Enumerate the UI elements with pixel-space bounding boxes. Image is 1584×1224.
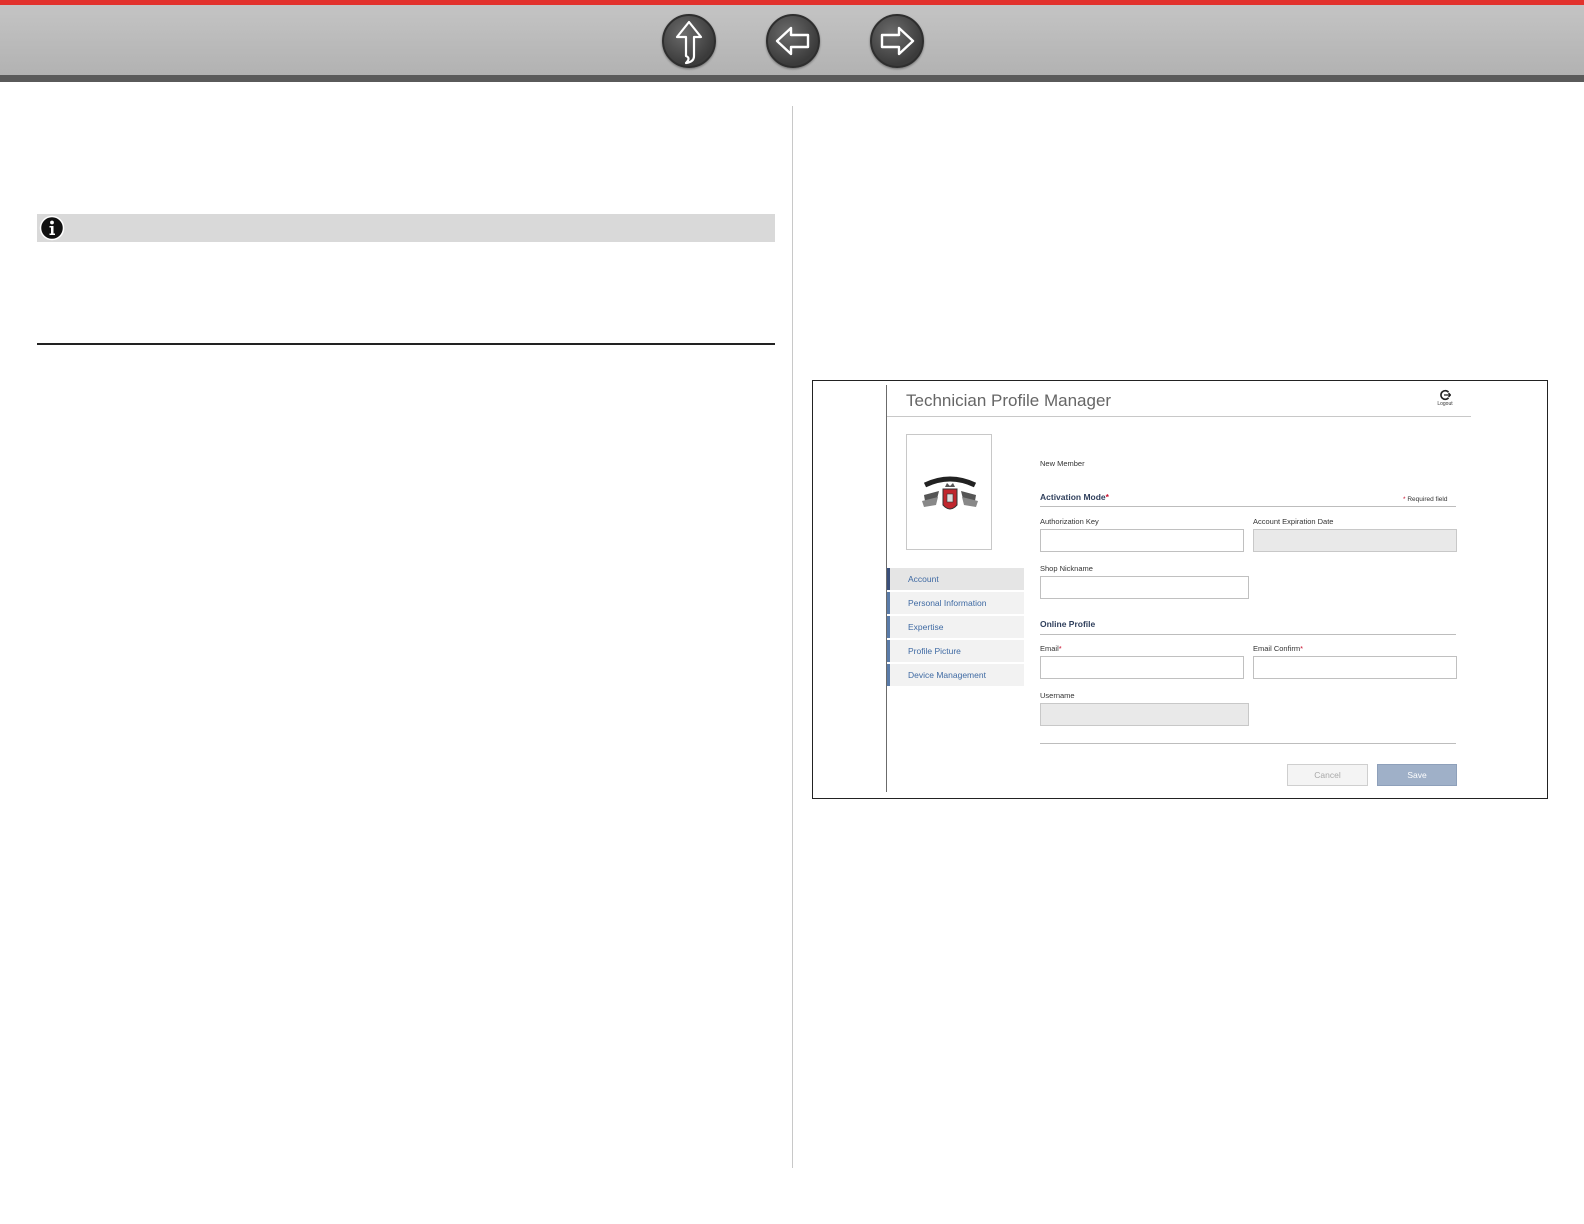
right-arrow-icon	[880, 26, 915, 56]
forward-button[interactable]	[870, 14, 924, 68]
activation-section-rule	[1040, 506, 1456, 507]
form-footer-rule	[1040, 743, 1456, 744]
back-button[interactable]	[766, 14, 820, 68]
shop-nickname-label: Shop Nickname	[1040, 564, 1093, 573]
left-arrow-icon	[775, 26, 810, 56]
activation-mode-label: Activation Mode	[1040, 492, 1106, 502]
email-confirm-label: Email Confirm*	[1253, 644, 1303, 653]
app-title: Technician Profile Manager	[906, 391, 1112, 410]
account-expiration-date-input	[1253, 529, 1457, 552]
online-section-rule	[1040, 634, 1456, 635]
title-divider	[887, 416, 1471, 417]
required-star: *	[1300, 644, 1304, 653]
member-status: New Member	[1040, 459, 1085, 468]
email-input[interactable]	[1040, 656, 1244, 679]
sidebar-item-profile-picture[interactable]: Profile Picture	[887, 640, 1024, 662]
logout-label: Logout	[1437, 401, 1453, 407]
toolbar-bottom-edge	[0, 75, 1584, 82]
shop-nickname-input[interactable]	[1040, 576, 1249, 599]
save-button[interactable]: Save	[1377, 764, 1457, 786]
up-arrow-icon	[675, 20, 703, 65]
sidebar-item-account[interactable]: Account	[887, 568, 1024, 590]
email-confirm-input[interactable]	[1253, 656, 1457, 679]
page: Technician Profile Manager Logout Accoun…	[0, 0, 1584, 1224]
info-icon	[39, 215, 65, 241]
logout-icon	[1440, 389, 1451, 401]
cancel-button[interactable]: Cancel	[1287, 764, 1368, 786]
required-note-text: Required field	[1407, 496, 1448, 503]
email-label-text: Email	[1040, 644, 1059, 653]
required-star: *	[1058, 644, 1062, 653]
email-confirm-label-text: Email Confirm	[1253, 644, 1301, 653]
required-field-note: * Required field	[1403, 496, 1447, 503]
section-rule	[37, 343, 775, 345]
account-expiration-date-label: Account Expiration Date	[1253, 517, 1334, 526]
performance-is-king-logo	[922, 476, 978, 510]
up-button[interactable]	[662, 14, 716, 68]
required-star: *	[1403, 496, 1406, 503]
sidebar-item-device-management[interactable]: Device Management	[887, 664, 1024, 686]
sidebar-item-expertise[interactable]: Expertise	[887, 616, 1024, 638]
activation-mode-heading: Activation Mode*	[1040, 492, 1109, 502]
profile-manager-figure: Technician Profile Manager Logout Accoun…	[812, 380, 1548, 799]
top-navigation-bar	[0, 0, 1584, 82]
logout-button[interactable]: Logout	[1434, 389, 1456, 407]
email-label: Email*	[1040, 644, 1062, 653]
username-label: Username	[1040, 691, 1075, 700]
profile-sidebar: Account Personal Information Expertise P…	[887, 568, 1024, 688]
authorization-key-label: Authorization Key	[1040, 517, 1099, 526]
username-input	[1040, 703, 1249, 726]
sidebar-item-personal-information[interactable]: Personal Information	[887, 592, 1024, 614]
online-profile-heading: Online Profile	[1040, 619, 1096, 629]
note-bar	[37, 214, 775, 242]
authorization-key-input[interactable]	[1040, 529, 1244, 552]
column-divider	[792, 106, 793, 1168]
required-star: *	[1105, 492, 1109, 502]
profile-picture[interactable]	[906, 434, 992, 550]
